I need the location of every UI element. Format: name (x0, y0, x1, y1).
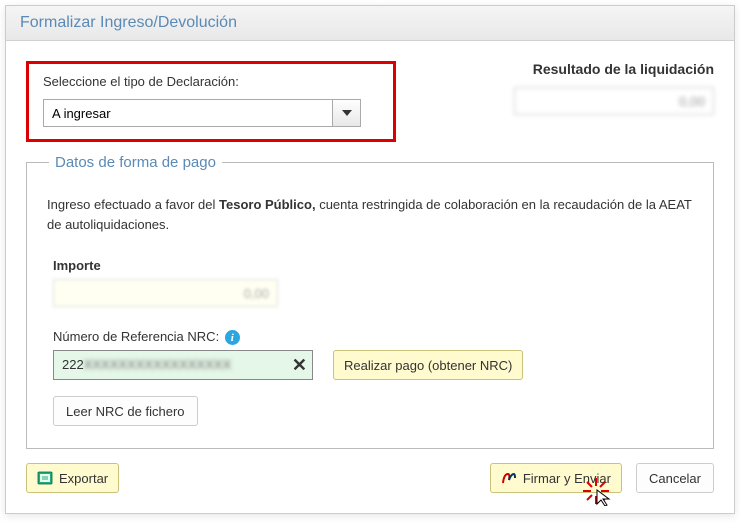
nrc-masked: XXXXXXXXXXXXXXXXX (84, 357, 231, 372)
importe-label: Importe (53, 258, 693, 273)
modal-formalizar: Formalizar Ingreso/Devolución Seleccione… (5, 5, 735, 514)
modal-title: Formalizar Ingreso/Devolución (6, 6, 734, 41)
realizar-pago-button[interactable]: Realizar pago (obtener NRC) (333, 350, 523, 380)
exportar-label: Exportar (59, 471, 108, 486)
chevron-down-icon (342, 110, 352, 116)
nrc-label: Número de Referencia NRC: (53, 329, 219, 344)
resultado-block: Resultado de la liquidación (454, 61, 714, 115)
declaracion-highlight-box: Seleccione el tipo de Declaración: (26, 61, 396, 142)
nrc-input-wrap: 222XXXXXXXXXXXXXXXXX ✕ (53, 350, 313, 380)
aeat-logo-icon (501, 470, 517, 486)
declaracion-select-input[interactable] (43, 99, 333, 127)
nrc-row: 222XXXXXXXXXXXXXXXXX ✕ Realizar pago (ob… (53, 350, 693, 380)
info-icon[interactable]: i (225, 330, 240, 345)
declaracion-label: Seleccione el tipo de Declaración: (43, 74, 379, 89)
export-icon (37, 470, 53, 486)
intro-text: Ingreso efectuado a favor del Tesoro Púb… (47, 195, 693, 234)
footer-right: Firmar y Enviar Cancelar (490, 463, 714, 493)
nrc-prefix: 222 (62, 357, 84, 372)
intro-strong: Tesoro Público, (219, 197, 316, 212)
declaracion-select[interactable] (43, 99, 379, 127)
firmar-enviar-button[interactable]: Firmar y Enviar (490, 463, 622, 493)
cancelar-button[interactable]: Cancelar (636, 463, 714, 493)
close-icon[interactable]: ✕ (292, 356, 307, 374)
declaracion-dropdown-button[interactable] (333, 99, 361, 127)
modal-body: Seleccione el tipo de Declaración: Resul… (6, 41, 734, 513)
importe-input[interactable]: 0,00 (53, 279, 278, 307)
datos-forma-pago-fieldset: Datos de forma de pago Ingreso efectuado… (26, 154, 714, 449)
top-row: Seleccione el tipo de Declaración: Resul… (26, 61, 714, 142)
intro-a: Ingreso efectuado a favor del (47, 197, 219, 212)
resultado-value (514, 87, 714, 115)
leer-nrc-button[interactable]: Leer NRC de fichero (53, 396, 198, 426)
nrc-label-row: Número de Referencia NRC: i (47, 329, 693, 350)
firmar-label: Firmar y Enviar (523, 471, 611, 486)
datos-legend: Datos de forma de pago (49, 154, 222, 171)
footer-row: Exportar Firmar y Enviar Cancelar (26, 463, 714, 493)
exportar-button[interactable]: Exportar (26, 463, 119, 493)
resultado-label: Resultado de la liquidación (454, 61, 714, 77)
nrc-input[interactable]: 222XXXXXXXXXXXXXXXXX (53, 350, 313, 380)
